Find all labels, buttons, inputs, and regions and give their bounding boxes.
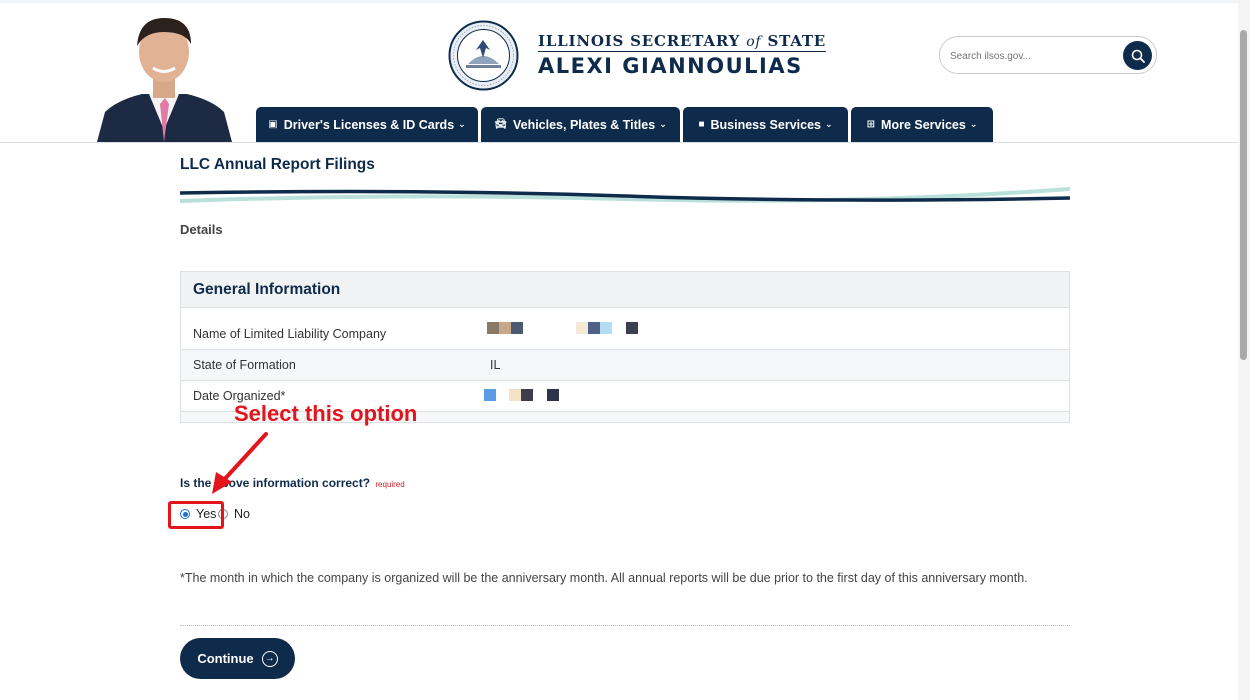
secretary-portrait [97,12,232,142]
search-button[interactable] [1123,41,1152,70]
search-box [939,36,1157,74]
agency-title[interactable]: ILLINOIS SECRETARY of STATE ALEXI GIANNO… [538,32,827,78]
nav-tab-label: More Services [881,117,966,132]
secretary-name: ALEXI GIANNOULIAS [538,54,803,78]
title-part-c: STATE [767,32,827,50]
car-icon: 🚘︎ [494,119,507,130]
title-part-b: of [746,34,762,50]
main-nav: ▣ Driver's Licenses & ID Cards ⌄ 🚘︎ Vehi… [256,107,993,142]
annotation-arrow-icon [212,432,268,494]
annotation-highlight-box [168,501,224,529]
site-header: ILLINOIS SECRETARY of STATE ALEXI GIANNO… [0,0,1250,143]
page-title: LLC Annual Report Filings [180,156,375,173]
card-title: General Information [181,272,1069,308]
chevron-down-icon: ⌄ [458,119,466,129]
table-row: Name of Limited Liability Company [181,308,1069,350]
briefcase-icon: ■ [698,119,705,130]
chevron-down-icon: ⌄ [659,119,667,129]
nav-tab-drivers-licenses[interactable]: ▣ Driver's Licenses & ID Cards ⌄ [256,107,478,142]
decorative-wave [180,187,1070,203]
required-indicator: required [375,480,405,489]
section-label: Details [180,222,223,237]
row-label: State of Formation [193,358,296,372]
nav-tab-vehicles[interactable]: 🚘︎ Vehicles, Plates & Titles ⌄ [481,107,680,142]
search-icon [1131,49,1145,63]
radio-no-label: No [234,507,250,521]
scrollbar-thumb[interactable] [1240,30,1247,360]
annotation-callout: Select this option [234,401,418,426]
search-input[interactable] [950,47,1120,65]
page: ILLINOIS SECRETARY of STATE ALEXI GIANNO… [0,0,1250,700]
grid-icon: ⊞ [866,119,876,130]
continue-label: Continue [197,651,254,666]
nav-tab-label: Vehicles, Plates & Titles [512,117,656,132]
nav-tab-more-services[interactable]: ⊞ More Services ⌄ [851,107,993,142]
continue-button[interactable]: Continue → [180,638,295,679]
arrow-right-circle-icon: → [261,650,278,667]
id-card-icon: ▣ [268,119,278,130]
chevron-down-icon: ⌄ [969,119,978,129]
nav-tab-business-services[interactable]: ■ Business Services ⌄ [683,107,848,142]
divider [180,625,1070,626]
title-part-a: ILLINOIS SECRETARY [538,32,741,50]
nav-tab-label: Business Services [710,117,822,132]
state-seal-logo [448,20,519,91]
row-label: Name of Limited Liability Company [193,327,387,341]
chevron-down-icon: ⌄ [825,119,833,129]
nav-tab-label: Driver's Licenses & ID Cards [283,117,455,132]
row-value: IL [490,358,501,372]
agency-title-line1: ILLINOIS SECRETARY of STATE [538,32,827,52]
table-row: State of Formation IL [181,350,1069,381]
anniversary-note: *The month in which the company is organ… [180,571,1028,585]
